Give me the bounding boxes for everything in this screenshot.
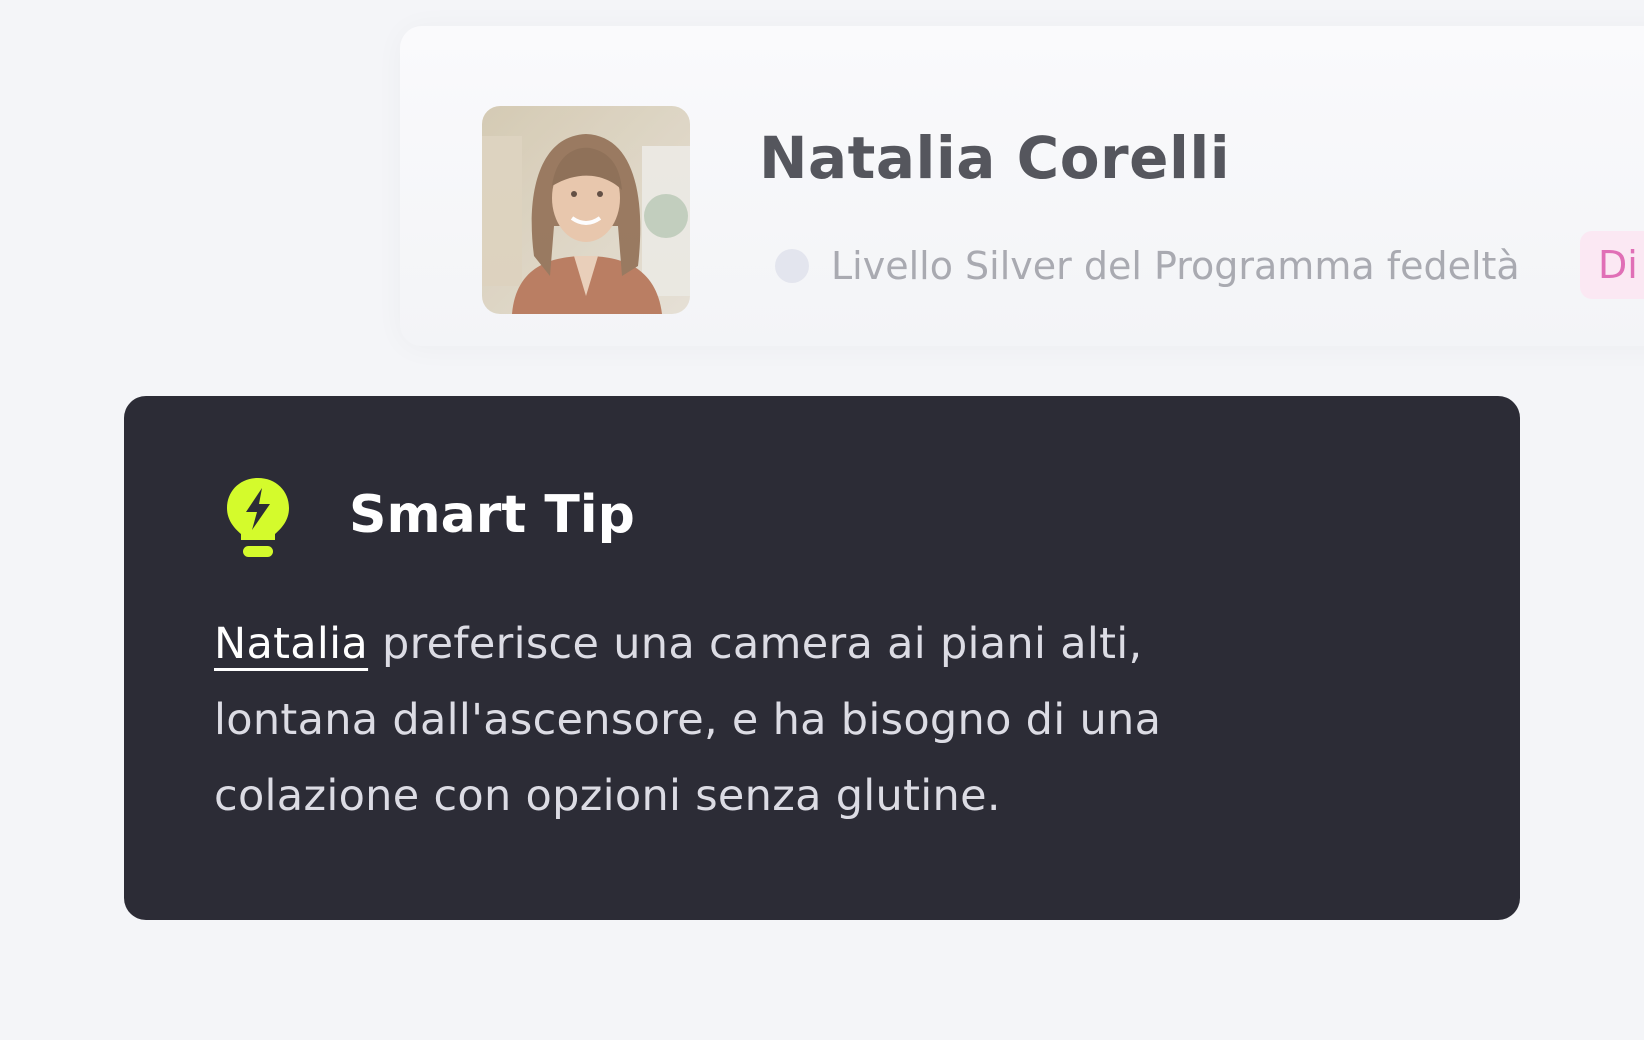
lightbulb-bolt-icon <box>224 476 292 560</box>
guest-name-link[interactable]: Natalia <box>214 619 368 669</box>
silver-tier-dot-icon <box>775 249 809 283</box>
loyalty-tier-label: Livello Silver del Programma fedeltà <box>831 244 1520 288</box>
loyalty-tier: Livello Silver del Programma fedeltà <box>775 242 1520 290</box>
guest-tag-chip[interactable]: Di <box>1580 231 1644 299</box>
guest-name: Natalia Corelli <box>759 124 1231 192</box>
smart-tip-text: Natalia preferisce una camera ai piani a… <box>214 606 1274 834</box>
smart-tip-title: Smart Tip <box>349 485 635 545</box>
guest-avatar <box>482 106 690 314</box>
